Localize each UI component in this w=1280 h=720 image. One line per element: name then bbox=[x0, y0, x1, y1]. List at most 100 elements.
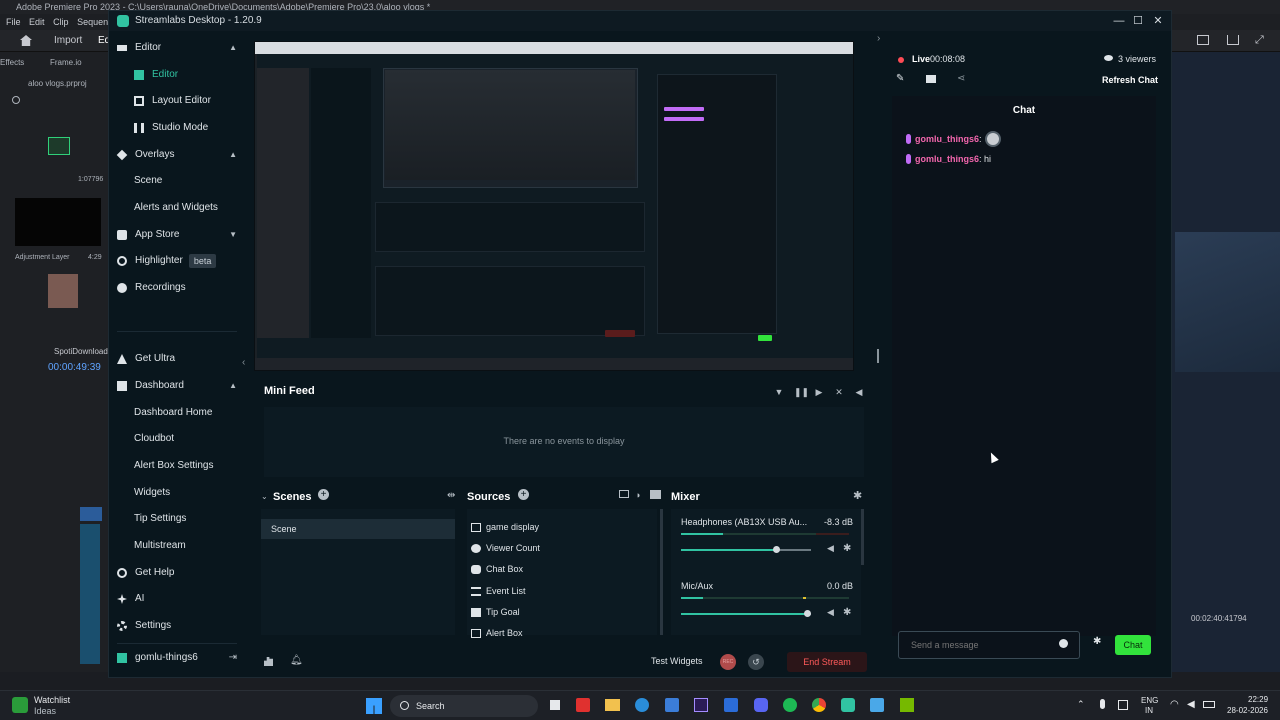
source-properties-icon[interactable]: ◑ bbox=[635, 490, 640, 500]
emoji-icon[interactable] bbox=[1059, 639, 1068, 648]
black-clip-thumb[interactable] bbox=[15, 198, 101, 246]
skip-icon[interactable]: ▶ bbox=[814, 387, 824, 397]
file-explorer-icon[interactable] bbox=[605, 699, 620, 711]
sidebar-item-dashboard-home[interactable]: Dashboard Home bbox=[134, 403, 244, 423]
share-icon[interactable] bbox=[1227, 35, 1239, 45]
sidebar-item-layout-editor[interactable]: Layout Editor bbox=[134, 91, 244, 111]
sidebar-editor-header[interactable]: Editor ▲ bbox=[117, 38, 237, 58]
home-icon[interactable] bbox=[20, 35, 32, 46]
source-group-icon[interactable] bbox=[619, 490, 629, 498]
sidebar-item-widgets[interactable]: Widgets bbox=[134, 483, 244, 503]
sources-scrollbar[interactable] bbox=[660, 509, 663, 635]
folder-icon[interactable] bbox=[650, 490, 661, 499]
speaker-icon[interactable]: ◀ bbox=[827, 543, 834, 554]
face-thumb[interactable] bbox=[48, 274, 78, 308]
volume-slider-knob[interactable] bbox=[773, 546, 780, 553]
scene-item[interactable]: Scene bbox=[261, 519, 455, 539]
frameio-tab[interactable]: Frame.io bbox=[50, 58, 82, 67]
end-stream-button[interactable]: End Stream bbox=[787, 652, 867, 672]
sidebar-item-alerts-widgets[interactable]: Alerts and Widgets bbox=[134, 198, 244, 218]
source-item[interactable]: Event List bbox=[471, 581, 526, 601]
volume-slider-knob[interactable] bbox=[804, 610, 811, 617]
chat-tab[interactable]: Chat bbox=[892, 96, 1156, 126]
windows-start-icon[interactable] bbox=[366, 698, 382, 714]
source-item[interactable]: Chat Box bbox=[471, 559, 523, 579]
task-view-icon[interactable] bbox=[550, 700, 560, 710]
chevron-down-icon[interactable]: ⌄ bbox=[261, 492, 268, 501]
store-icon[interactable] bbox=[665, 698, 679, 712]
clock-date[interactable]: 28-02-2026 bbox=[1227, 706, 1268, 715]
collapse-sidebar-icon[interactable]: ‹ bbox=[242, 357, 245, 368]
sidebar-overlays-header[interactable]: Overlays ▲ bbox=[116, 145, 237, 165]
pause-icon[interactable]: ❚❚ bbox=[794, 387, 809, 397]
chrome-icon[interactable] bbox=[812, 698, 826, 712]
source-item[interactable]: Viewer Count bbox=[471, 538, 540, 558]
language-eng[interactable]: ENG bbox=[1141, 696, 1158, 705]
replay-buffer-button[interactable]: ↺ bbox=[748, 654, 764, 670]
sidebar-item-ai[interactable]: AI bbox=[117, 589, 237, 609]
panel-icon[interactable] bbox=[1197, 35, 1209, 45]
chat-message-input[interactable] bbox=[898, 631, 1080, 659]
sidebar-item-highlighter[interactable]: Highlighter beta bbox=[117, 251, 237, 271]
test-widgets-button[interactable]: Test Widgets bbox=[651, 656, 703, 666]
app-icon-cloud[interactable] bbox=[870, 698, 884, 712]
chat-send-button[interactable]: Chat bbox=[1115, 635, 1151, 655]
sidebar-item-settings[interactable]: Settings bbox=[117, 616, 237, 636]
menu-edit[interactable]: Edit bbox=[29, 17, 45, 27]
microphone-icon[interactable] bbox=[1100, 699, 1105, 709]
edge-icon[interactable] bbox=[635, 698, 649, 712]
volume-icon[interactable]: ◀ bbox=[854, 387, 864, 397]
discord-icon[interactable] bbox=[754, 698, 768, 712]
streamlabs-taskbar-icon[interactable] bbox=[841, 698, 855, 712]
minimize-button[interactable]: — bbox=[1109, 11, 1129, 31]
menu-clip[interactable]: Clip bbox=[53, 17, 69, 27]
channel-settings-gear-icon[interactable]: ✱ bbox=[843, 607, 851, 618]
sidebar-item-studio-mode[interactable]: Studio Mode bbox=[134, 118, 244, 138]
volume-icon[interactable]: ◀ bbox=[1187, 699, 1195, 710]
sidebar-item-get-help[interactable]: Get Help bbox=[117, 563, 237, 583]
sidebar-item-editor[interactable]: Editor bbox=[134, 65, 244, 85]
effects-tab[interactable]: Effects bbox=[0, 58, 24, 67]
channel-settings-gear-icon[interactable]: ✱ bbox=[843, 543, 851, 554]
sidebar-item-multistream[interactable]: Multistream bbox=[134, 536, 244, 556]
clock-time[interactable]: 22:29 bbox=[1248, 695, 1268, 704]
menu-file[interactable]: File bbox=[6, 17, 21, 27]
sidebar-item-get-ultra[interactable]: Get Ultra bbox=[117, 349, 237, 369]
taskbar-search[interactable]: Search bbox=[390, 695, 538, 717]
filter-icon[interactable]: ▼ bbox=[774, 387, 784, 397]
speaker-icon[interactable]: ◀ bbox=[827, 607, 834, 618]
add-scene-icon[interactable]: + bbox=[318, 489, 329, 500]
sidebar-dashboard-header[interactable]: Dashboard ▲ bbox=[117, 376, 237, 396]
audio-clip-thumb[interactable] bbox=[48, 137, 70, 155]
mute-alerts-icon[interactable]: ✕ bbox=[834, 387, 844, 397]
nvidia-icon[interactable] bbox=[900, 698, 914, 712]
mixer-scrollbar[interactable] bbox=[861, 509, 864, 565]
tray-app-icon[interactable] bbox=[1118, 700, 1128, 710]
premiere-icon[interactable] bbox=[694, 698, 708, 712]
sidebar-item-app-store[interactable]: App Store ▼ bbox=[117, 225, 237, 245]
tray-chevron-icon[interactable]: ⌃ bbox=[1077, 699, 1085, 710]
refresh-chat-button[interactable]: Refresh Chat bbox=[1102, 75, 1158, 85]
sidebar-item-tip-settings[interactable]: Tip Settings bbox=[134, 509, 244, 529]
sidebar-item-cloudbot[interactable]: Cloudbot bbox=[134, 429, 244, 449]
spotify-icon[interactable] bbox=[783, 698, 797, 712]
notification-bell-icon[interactable]: 🔔︎ bbox=[290, 655, 303, 666]
add-source-icon[interactable]: + bbox=[518, 489, 529, 500]
chat-username[interactable]: gomlu_things6 bbox=[915, 154, 979, 164]
record-button[interactable]: REC bbox=[720, 654, 736, 670]
source-item[interactable]: Alert Box bbox=[471, 623, 523, 643]
search-icon[interactable] bbox=[12, 96, 20, 104]
expand-chat-icon[interactable]: › bbox=[877, 33, 880, 44]
wifi-icon[interactable]: ◠ bbox=[1170, 699, 1179, 710]
stats-icon[interactable] bbox=[264, 657, 273, 666]
chat-username[interactable]: gomlu_things6 bbox=[915, 134, 979, 144]
mixer-settings-gear-icon[interactable]: ✱ bbox=[853, 489, 862, 502]
camera-icon[interactable] bbox=[926, 75, 936, 83]
battery-icon[interactable] bbox=[1203, 701, 1215, 708]
logout-icon[interactable]: ⇥ bbox=[229, 648, 237, 668]
share-icon[interactable]: ⋖ bbox=[957, 73, 965, 84]
watchlist-title[interactable]: Watchlist bbox=[34, 695, 70, 705]
sidebar-item-recordings[interactable]: Recordings bbox=[117, 278, 237, 298]
import-tab[interactable]: Import bbox=[54, 35, 82, 46]
collapse-preview-icon[interactable] bbox=[877, 349, 879, 363]
